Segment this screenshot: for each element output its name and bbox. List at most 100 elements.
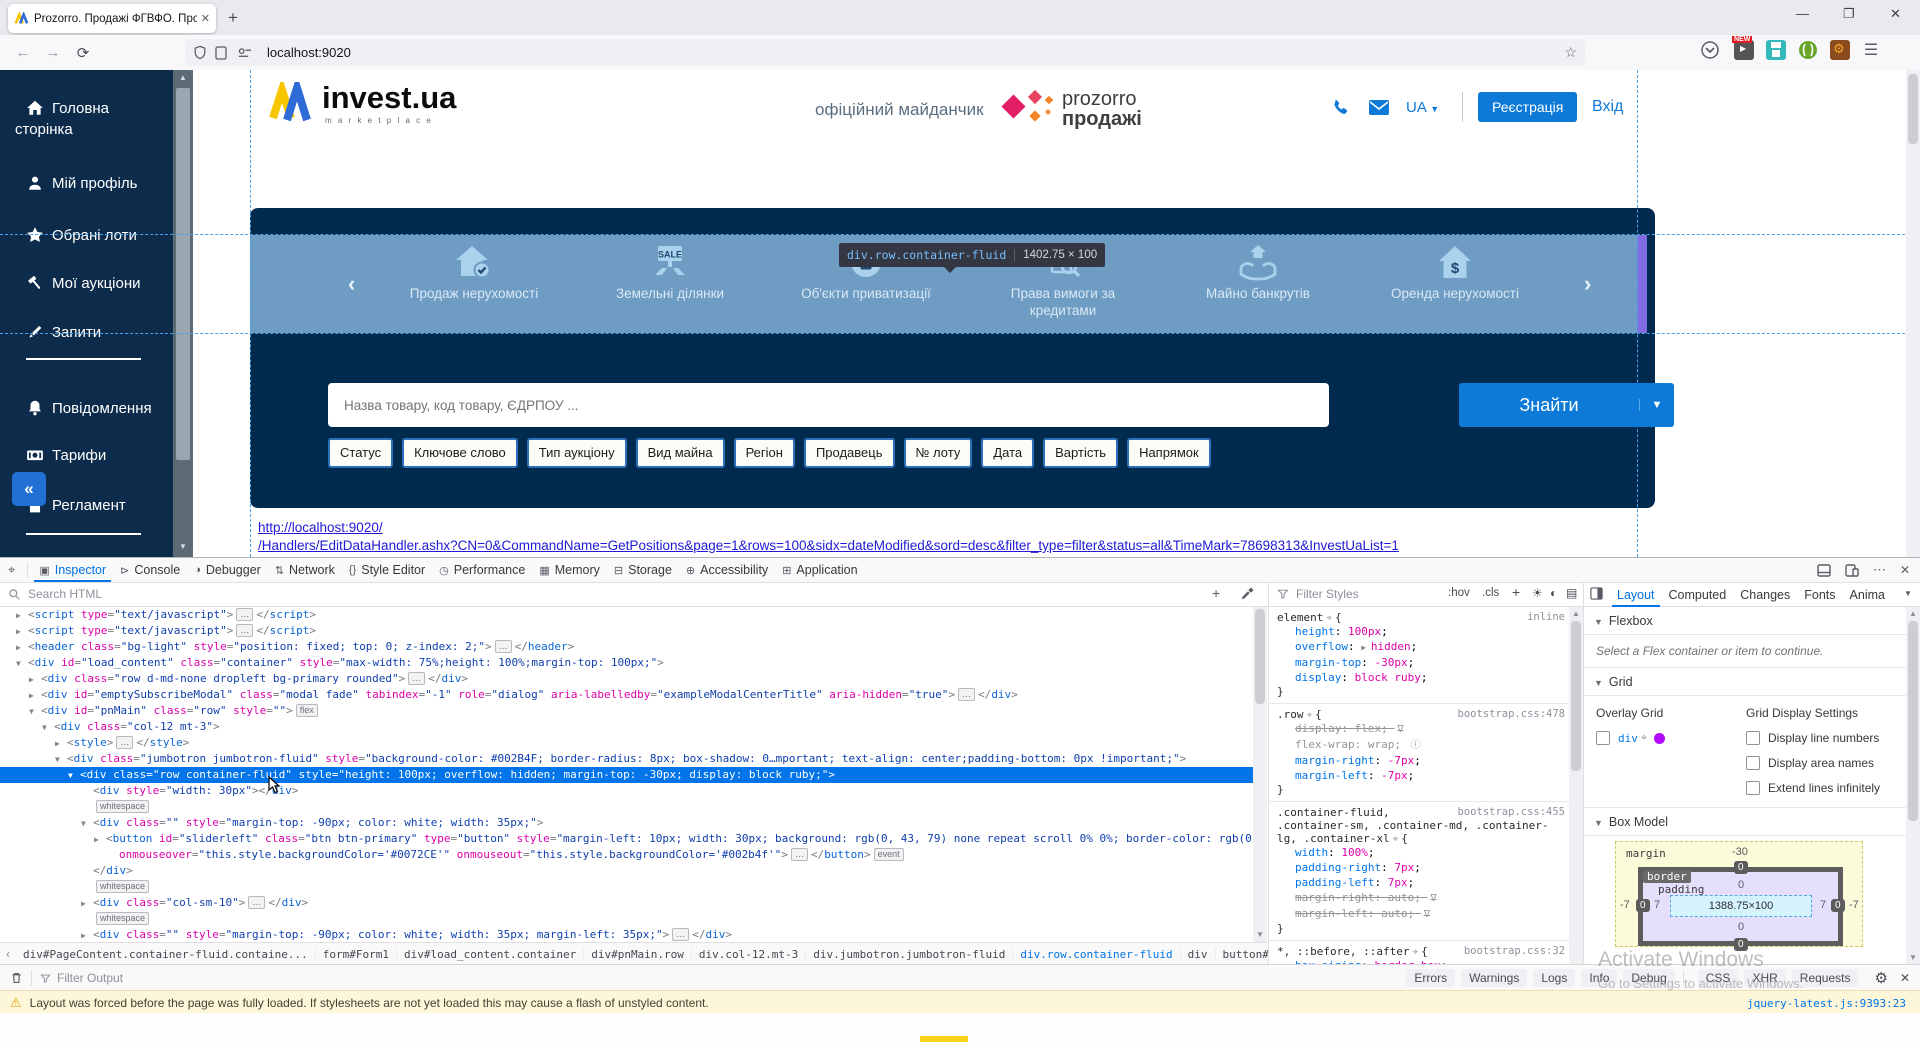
search-dropdown-icon[interactable]: ▼ (1639, 399, 1674, 411)
settings-extension-icon[interactable]: ⚙ (1830, 40, 1850, 60)
carousel-next-icon[interactable]: › (1584, 271, 1591, 297)
envelope-icon[interactable] (1368, 99, 1390, 116)
padding-top-value[interactable]: 0 (1738, 879, 1744, 891)
light-theme-icon[interactable]: ☀ (1532, 586, 1543, 600)
css-declaration[interactable]: margin-top: -30px; (1277, 655, 1565, 670)
markup-line[interactable]: <div style="width: 30px"></div> (0, 783, 1253, 799)
markup-line-selected[interactable]: ▼ <div class="row container-fluid" style=… (0, 767, 1253, 783)
css-declaration[interactable]: display: block ruby; (1277, 670, 1565, 685)
markup-line[interactable]: whitespace (0, 879, 1253, 895)
css-rule[interactable]: bootstrap.css:478 .row ⌖{display: flex; ∇ f… (1269, 704, 1569, 802)
reload-button[interactable]: ⟳ (68, 44, 98, 62)
console-filter-info[interactable]: Info (1581, 969, 1618, 987)
target-icon[interactable]: ⌖ (1641, 732, 1647, 745)
layout-scrollbar[interactable]: ▲ ▼ (1906, 607, 1920, 965)
css-declaration[interactable]: margin-left: -7px; (1277, 768, 1565, 783)
add-rule-icon[interactable]: + (1512, 584, 1520, 600)
border-left-value[interactable]: 0 (1636, 899, 1650, 912)
responsive-mode-icon[interactable] (1845, 563, 1859, 577)
devtools-tab-style-editor[interactable]: {} Style Editor (342, 558, 432, 582)
grid-setting-1[interactable]: Display area names (1746, 756, 1880, 770)
devtools-tab-application[interactable]: ⊞ Application (775, 558, 864, 582)
tab-close-icon[interactable]: ✕ (201, 12, 210, 25)
devtools-menu-icon[interactable]: ⋯ (1873, 562, 1886, 578)
breadcrumb-item-2[interactable]: div#load_content.container (397, 947, 585, 961)
pocket-icon[interactable] (1700, 40, 1722, 60)
css-declaration[interactable]: padding-left: 7px; (1277, 875, 1565, 890)
padding-right-value[interactable]: 7 (1820, 899, 1826, 911)
grid-color-swatch-icon[interactable] (1654, 732, 1666, 744)
devtools-tab-debugger[interactable]: ◑ Debugger (187, 558, 268, 582)
add-node-icon[interactable]: + (1212, 585, 1220, 601)
markup-line[interactable]: ▶ <script type="text/javascript">… </scrip… (0, 607, 1253, 623)
devtools-tab-memory[interactable]: ▦ Memory (532, 558, 607, 582)
menu-icon[interactable]: ☰ (1860, 40, 1882, 60)
window-close-button[interactable]: ✕ (1890, 6, 1901, 22)
dark-theme-icon[interactable]: ◐ (1550, 586, 1557, 600)
filter-button-4[interactable]: Регіон (733, 438, 795, 468)
new-tab-button[interactable]: + (228, 8, 238, 28)
privacy-extension-icon[interactable] (1798, 40, 1818, 60)
class-toggle[interactable]: .cls (1482, 587, 1499, 599)
filter-button-8[interactable]: Вартість (1043, 438, 1119, 468)
markup-line[interactable]: ▶ <div id="emptySubscribeModal" class="mo… (0, 687, 1253, 703)
grid-section-header[interactable]: ▼ Grid (1584, 668, 1906, 696)
console-warning-row[interactable]: ⚠ Layout was forced before the page was … (0, 990, 1920, 1015)
filter-button-3[interactable]: Вид майна (635, 438, 725, 468)
css-declaration[interactable]: margin-left: auto; ∇ (1277, 906, 1565, 922)
css-declaration[interactable]: height: 100px; (1277, 624, 1565, 639)
register-button[interactable]: Реєстрація (1478, 92, 1578, 122)
page-info-icon[interactable] (215, 45, 237, 60)
css-declaration[interactable]: flex-wrap: wrap; ⓘ (1277, 737, 1565, 753)
padding-left-value[interactable]: 7 (1654, 899, 1660, 911)
devtools-tab-accessibility[interactable]: ⊕ Accessibility (679, 558, 775, 582)
devtools-tab-network[interactable]: ⇅ Network (268, 558, 342, 582)
search-html-input[interactable]: Search HTML (28, 587, 102, 601)
markup-line[interactable]: ▼ <div class="" style="margin-top: -90px;… (0, 815, 1253, 831)
checkbox[interactable] (1746, 781, 1760, 795)
clear-console-icon[interactable] (10, 971, 23, 985)
margin-left-value[interactable]: -7 (1620, 899, 1630, 911)
box-model-content[interactable]: 1388.75×100 (1670, 895, 1812, 917)
markup-line[interactable]: whitespace (0, 799, 1253, 815)
window-minimize-button[interactable]: — (1796, 6, 1809, 21)
page-scrollbar[interactable] (1906, 70, 1920, 557)
search-button[interactable]: Знайти ▼ (1459, 383, 1674, 427)
console-filter-warnings[interactable]: Warnings (1461, 969, 1528, 987)
sidebar-tab-computed[interactable]: Computed (1662, 583, 1734, 607)
devtools-tab-storage[interactable]: ⊟ Storage (607, 558, 679, 582)
grid-overlay-toggle[interactable]: div ⌖ (1596, 731, 1746, 745)
markup-line[interactable]: ▶ <style>… </style> (0, 735, 1253, 751)
border-right-value[interactable]: 0 (1831, 899, 1845, 912)
handler-link-line1[interactable]: http://localhost:9020/ (258, 520, 383, 535)
breadcrumb-prev-icon[interactable]: ‹ (0, 947, 16, 961)
invest-logo-icon[interactable] (268, 82, 314, 124)
markup-line[interactable]: ▶ <button id="sliderleft" class="btn btn-… (0, 831, 1253, 847)
breadcrumb-item-4[interactable]: div.col-12.mt-3 (692, 947, 807, 961)
css-declaration[interactable]: width: 100%; (1277, 845, 1565, 860)
padding-bottom-value[interactable]: 0 (1738, 921, 1744, 933)
markup-line[interactable]: ▼ <div class="jumbotron jumbotron-fluid" … (0, 751, 1253, 767)
sidebar-collapse-button[interactable]: « (12, 472, 46, 506)
border-bottom-value[interactable]: 0 (1734, 938, 1748, 951)
markup-line[interactable]: whitespace (0, 911, 1253, 927)
bookmark-star-icon[interactable]: ☆ (1564, 44, 1577, 61)
markup-line[interactable]: ▼ <div id="pnMain" class="row" style=""> f… (0, 703, 1253, 719)
markup-line[interactable]: onmouseover="this.style.backgroundColor=… (0, 847, 1253, 863)
filter-styles-input[interactable]: Filter Styles (1296, 587, 1359, 601)
css-declaration[interactable]: margin-right: -7px; (1277, 753, 1565, 768)
search-input[interactable] (328, 383, 1329, 427)
breadcrumb-item-0[interactable]: div#PageContent.container-fluid.containe… (16, 947, 316, 961)
markup-line[interactable]: ▶ <div class="" style="margin-top: -90px;… (0, 927, 1253, 942)
border-top-value[interactable]: 0 (1734, 861, 1748, 874)
save-extension-icon[interactable] (1766, 40, 1786, 60)
breadcrumb-item-8[interactable]: button#sliderleft.btn.btn-primary (1216, 948, 1268, 961)
rules-scrollbar[interactable]: ▲ (1569, 607, 1583, 965)
browser-tab[interactable]: Prozorro. Продажі ФГВФО. Про ✕ (8, 4, 216, 33)
markup-line[interactable]: ▶ <script type="text/javascript">… </scrip… (0, 623, 1253, 639)
markup-line[interactable]: ▼ <div id="load_content" class="container… (0, 655, 1253, 671)
console-filter-errors[interactable]: Errors (1406, 969, 1456, 987)
filter-button-1[interactable]: Ключове слово (402, 438, 518, 468)
language-selector[interactable]: UA ▼ (1406, 99, 1439, 116)
grid-checkbox[interactable] (1596, 731, 1610, 745)
